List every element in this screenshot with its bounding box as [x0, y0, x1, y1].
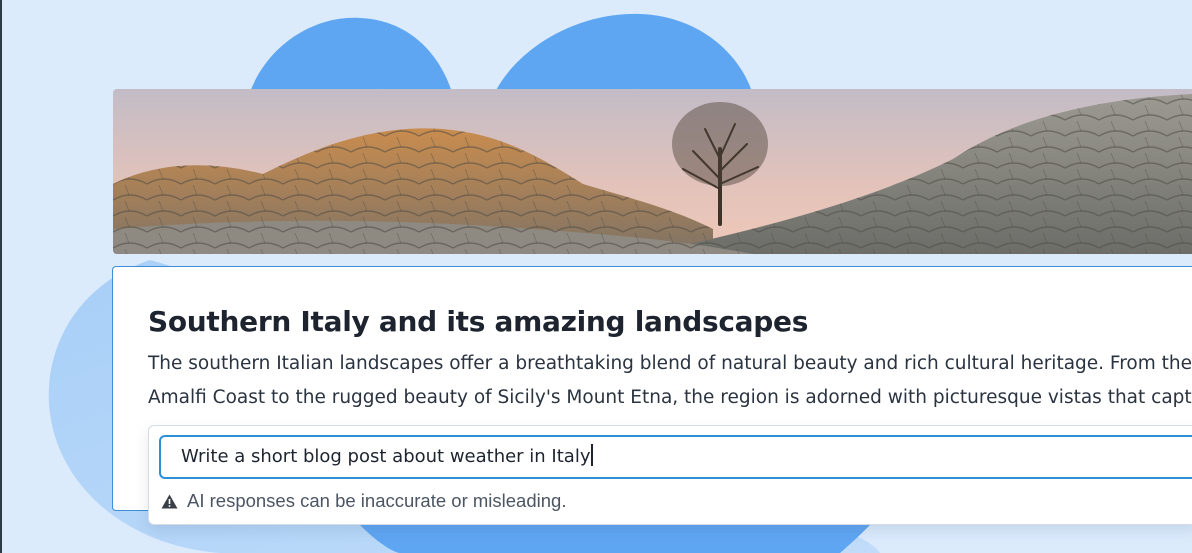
ai-disclaimer-text: AI responses can be inaccurate or mislea… [187, 490, 567, 511]
header-banner-image [113, 89, 1192, 254]
blue-blob-bottom [360, 525, 870, 553]
ai-prompt-text: Write a short blog post about weather in… [181, 446, 591, 467]
article-body-line: Amalfi Coast to the rugged beauty of Sic… [148, 387, 1192, 408]
ai-prompt-input[interactable]: Write a short blog post about weather in… [159, 435, 1192, 479]
article-title: Southern Italy and its amazing landscape… [148, 305, 809, 338]
article-body-line: The southern Italian landscapes offer a … [148, 353, 1192, 374]
desert-rock-landscape-image [113, 89, 1192, 254]
article-body: The southern Italian landscapes offer a … [148, 347, 1192, 415]
warning-triangle-icon [161, 494, 178, 508]
text-caret [591, 444, 593, 466]
blue-blob-top-right [495, 13, 752, 92]
ai-assistant-panel: Write a short blog post about weather in… [148, 425, 1192, 525]
ai-disclaimer: AI responses can be inaccurate or mislea… [161, 490, 566, 512]
blue-blob-top-left [250, 17, 452, 92]
